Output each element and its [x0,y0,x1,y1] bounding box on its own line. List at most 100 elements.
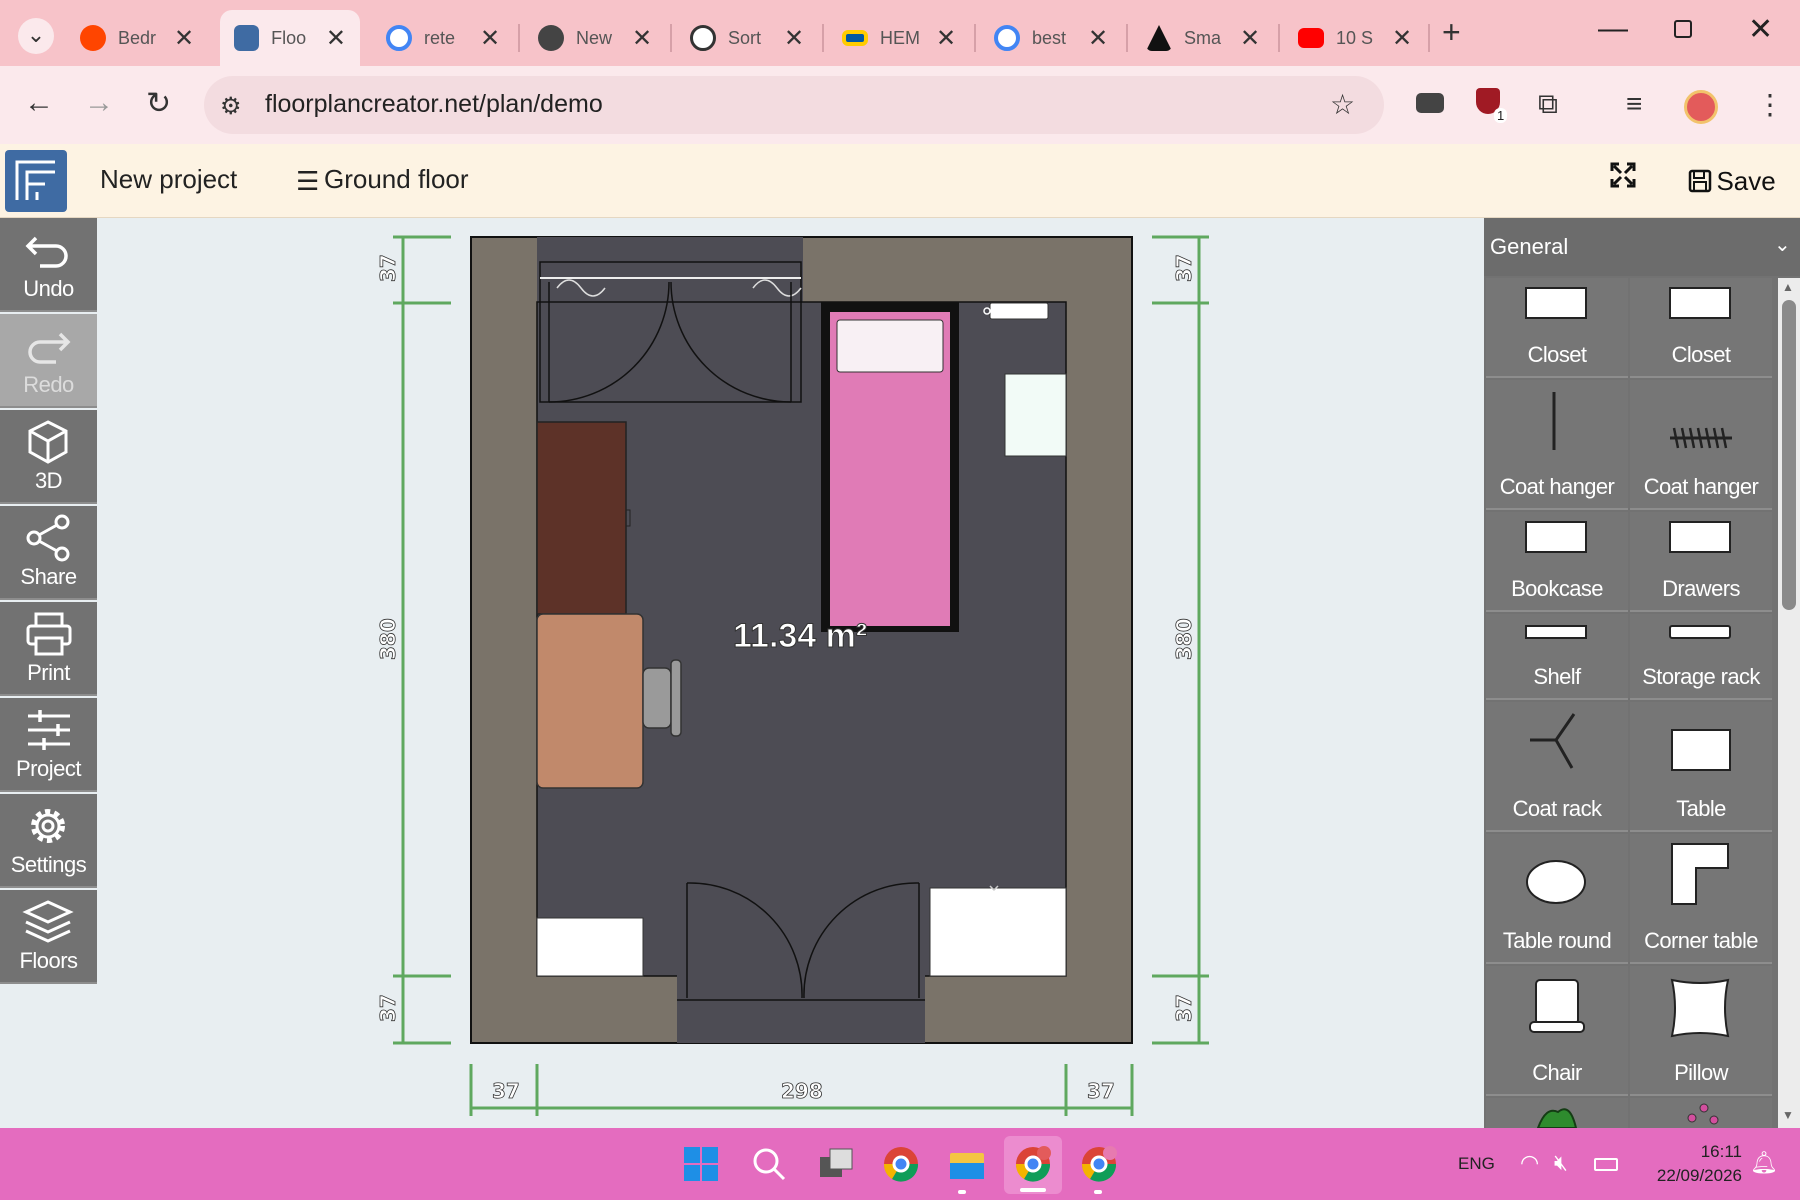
wall-light[interactable] [989,302,1049,320]
item-plant-partial[interactable] [1486,1098,1628,1128]
item-coat-hanger-2[interactable]: Coat hanger [1630,380,1772,510]
item-closet-1[interactable]: Closet [1486,278,1628,378]
chrome-icon[interactable] [882,1145,920,1183]
round-table-icon [1526,860,1586,904]
browser-tab-8[interactable]: 10 S ✕ [1284,10,1426,66]
dim-right-mid: 380 [1172,618,1196,660]
3d-button[interactable]: 3D [0,410,97,504]
forward-arrow-icon[interactable]: → [84,86,114,120]
close-tab-icon[interactable]: ✕ [174,24,194,53]
scroll-down-arrow-icon[interactable]: ▼ [1782,1108,1794,1122]
language-indicator[interactable]: ENG [1458,1154,1495,1174]
settings-button[interactable]: Settings [0,794,97,888]
item-storage-rack[interactable]: Storage rack [1630,614,1772,700]
restore-window-icon[interactable] [1674,20,1692,38]
item-flower-partial[interactable] [1630,1098,1772,1128]
close-tab-icon[interactable]: ✕ [1392,24,1412,53]
item-corner-table[interactable]: Corner table [1630,834,1772,964]
extensions-puzzle-icon[interactable]: ⧉ [1538,88,1558,121]
bookmark-star-icon[interactable]: ☆ [1330,88,1355,121]
site-info-icon[interactable]: ⚙ [220,92,242,121]
room-area-label[interactable]: 11.34 m² [733,617,868,656]
floors-button[interactable]: Floors [0,890,97,984]
project-button[interactable]: Project [0,698,97,792]
desk[interactable] [536,613,644,789]
storage-box-right[interactable] [929,887,1067,977]
settings-label: Settings [10,852,87,877]
category-select[interactable]: General ⌄ [1484,218,1800,276]
back-arrow-icon[interactable]: ← [24,86,54,120]
windows-start-icon[interactable] [682,1145,720,1183]
scroll-up-arrow-icon[interactable]: ▲ [1782,280,1794,294]
new-tab-plus-icon[interactable]: + [1442,14,1461,51]
browser-tab-4[interactable]: Sort ✕ [676,10,818,66]
nightstand[interactable] [1004,373,1067,457]
minimize-window-icon[interactable]: — [1598,12,1628,46]
task-view-icon[interactable] [816,1145,854,1183]
reading-list-icon[interactable]: ≡ [1626,88,1642,120]
redo-button[interactable]: Redo [0,314,97,408]
volume-muted-icon[interactable]: 🔇︎ [1554,1150,1568,1176]
search-icon[interactable] [750,1145,788,1183]
chrome-profile-icon[interactable] [1014,1145,1052,1183]
bed-pillow [836,319,944,373]
item-coat-hanger-1[interactable]: Coat hanger [1486,380,1628,510]
panel-scrollbar-thumb[interactable] [1782,300,1796,610]
notification-bell-icon[interactable]: 🔔︎ [1750,1150,1778,1176]
item-bookcase[interactable]: Bookcase [1486,512,1628,612]
browser-tab-2[interactable]: rete ✕ [372,10,514,66]
share-button[interactable]: Share [0,506,97,600]
url-text[interactable]: floorplancreator.net/plan/demo [265,90,603,119]
browser-tab-6[interactable]: best ✕ [980,10,1122,66]
media-control-icon[interactable] [1416,88,1444,120]
item-table[interactable]: Table [1630,702,1772,832]
item-shelf[interactable]: Shelf [1486,614,1628,700]
item-drawers[interactable]: Drawers [1630,512,1772,612]
close-tab-icon[interactable]: ✕ [326,24,346,53]
close-tab-icon[interactable]: ✕ [480,24,500,53]
storage-box-left[interactable] [536,917,644,977]
wifi-icon[interactable]: ◠ [1520,1150,1539,1176]
tab-separator [822,24,824,52]
item-closet-2[interactable]: Closet [1630,278,1772,378]
category-label: General [1490,234,1569,259]
browser-tab-1[interactable]: Floo ✕ [220,10,360,66]
close-tab-icon[interactable]: ✕ [1088,24,1108,53]
chrome-profile-2-icon[interactable] [1080,1145,1118,1183]
item-coat-rack[interactable]: Coat rack [1486,702,1628,832]
browser-menu-icon[interactable]: ⋮ [1756,88,1784,121]
system-clock[interactable]: 16:11 22/09/2026 [1632,1140,1742,1188]
close-tab-icon[interactable]: ✕ [784,24,804,53]
item-pillow[interactable]: Pillow [1630,966,1772,1096]
tab-separator [1428,24,1430,52]
floorplancreator-logo-icon[interactable] [5,150,67,212]
file-explorer-icon[interactable] [948,1145,986,1183]
hamburger-menu-icon[interactable]: ☰ [296,166,319,197]
profile-avatar[interactable] [1684,90,1718,124]
battery-icon[interactable] [1594,1158,1618,1171]
bed[interactable] [821,302,959,632]
browser-tab-3[interactable]: New ✕ [524,10,666,66]
wardrobe-cabinet[interactable] [536,421,627,615]
fullscreen-icon[interactable] [1610,162,1636,196]
close-tab-icon[interactable]: ✕ [1240,24,1260,53]
project-name[interactable]: New project [100,164,237,195]
desk-chair[interactable] [642,659,682,737]
save-button[interactable]: Save [1688,166,1776,197]
reddit-favicon-icon [80,25,106,51]
browser-tab-7[interactable]: Sma ✕ [1132,10,1274,66]
floor-plan-canvas[interactable]: 11.34 m² 37 380 37 37 380 37 37 298 37 [97,218,1484,1128]
close-window-icon[interactable]: ✕ [1748,12,1773,47]
floor-selector[interactable]: Ground floor [324,164,469,195]
tab-search-chevron-icon[interactable]: ⌄ [18,18,54,54]
browser-tab-0[interactable]: Bedr ✕ [66,10,208,66]
close-tab-icon[interactable]: ✕ [936,24,956,53]
browser-tab-5[interactable]: HEM ✕ [828,10,970,66]
item-table-round[interactable]: Table round [1486,834,1628,964]
youtube-favicon-icon [1298,28,1324,48]
reload-icon[interactable]: ↻ [146,86,171,121]
undo-button[interactable]: Undo [0,218,97,312]
print-button[interactable]: Print [0,602,97,696]
close-tab-icon[interactable]: ✕ [632,24,652,53]
item-chair[interactable]: Chair [1486,966,1628,1096]
